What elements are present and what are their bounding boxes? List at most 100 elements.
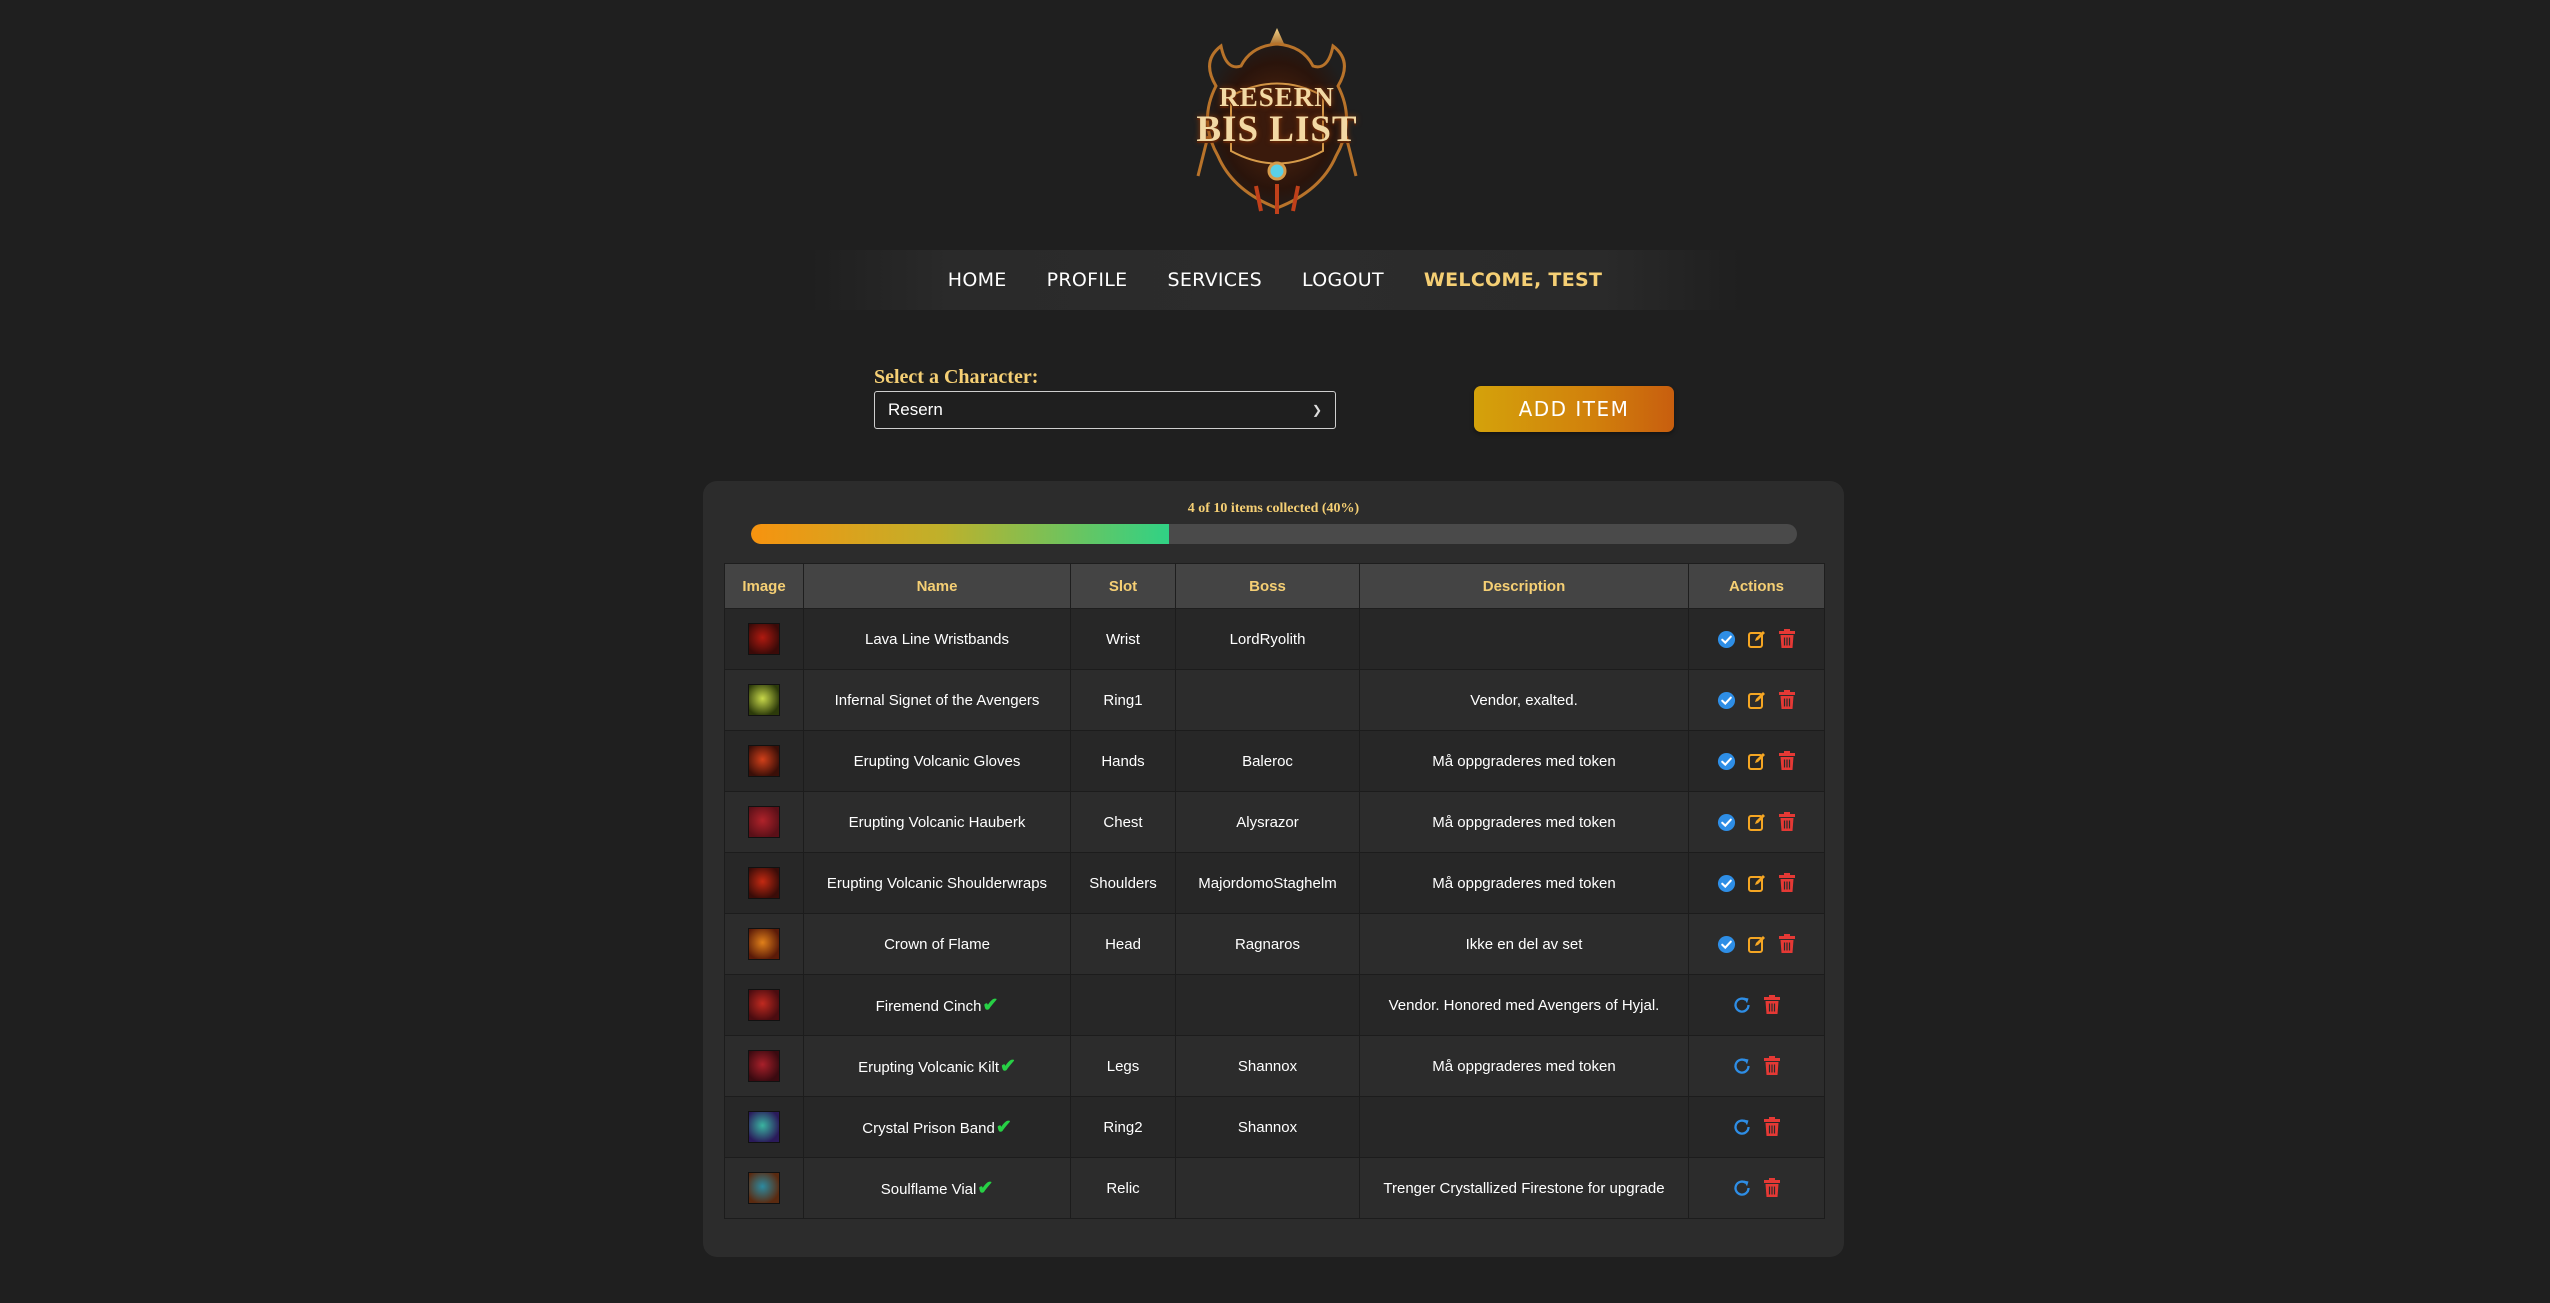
item-name: Firemend Cinch — [875, 997, 982, 1015]
table-row: Erupting Volcanic Kilt✔ Legs Shannox Må opp… — [724, 1035, 1825, 1097]
boss-cell: Shannox — [1175, 1035, 1360, 1097]
edit-icon[interactable] — [1746, 689, 1768, 711]
table-row: Erupting Volcanic Gloves Hands Baleroc Må o… — [724, 730, 1825, 792]
gloves-icon — [748, 745, 780, 777]
nav-logout[interactable]: LOGOUT — [1302, 269, 1384, 291]
name-cell: Erupting Volcanic Hauberk — [803, 791, 1071, 853]
item-name: Infernal Signet of the Avengers — [834, 691, 1040, 709]
collected-check-icon: ✔ — [1000, 1055, 1016, 1077]
edit-icon[interactable] — [1746, 933, 1768, 955]
image-cell — [724, 791, 804, 853]
column-header: Name — [803, 563, 1071, 609]
actions-cell — [1688, 730, 1825, 792]
delete-icon[interactable] — [1761, 994, 1783, 1016]
column-header: Slot — [1070, 563, 1176, 609]
delete-icon[interactable] — [1776, 628, 1798, 650]
slot-cell: Ring2 — [1070, 1096, 1176, 1158]
progress-bar-fill — [751, 524, 1170, 544]
table-row: Firemend Cinch✔ Vendor. Honored med Aveng… — [724, 974, 1825, 1036]
row-actions — [1695, 994, 1818, 1016]
edit-icon[interactable] — [1746, 872, 1768, 894]
item-name: Erupting Volcanic Shoulderwraps — [826, 874, 1048, 892]
nav-home[interactable]: HOME — [948, 269, 1007, 291]
table-body: Lava Line Wristbands Wrist LordRyolith Infe… — [724, 608, 1825, 1219]
delete-icon[interactable] — [1761, 1177, 1783, 1199]
description-cell: Må oppgraderes med token — [1359, 1035, 1689, 1097]
progress-text: 4 of 10 items collected (40%) — [1187, 501, 1360, 516]
item-name: Erupting Volcanic Hauberk — [848, 813, 1026, 831]
character-select-value: Resern — [888, 400, 943, 419]
boss-cell: Baleroc — [1175, 730, 1360, 792]
column-header: Description — [1359, 563, 1689, 609]
nav-services[interactable]: SERVICES — [1167, 269, 1262, 291]
items-panel: 4 of 10 items collected (40%) Image Name S… — [703, 481, 1844, 1257]
name-cell: Soulflame Vial✔ — [803, 1157, 1071, 1219]
undo-collect-icon[interactable] — [1731, 994, 1753, 1016]
column-header: Image — [724, 563, 804, 609]
name-cell: Lava Line Wristbands — [803, 608, 1071, 670]
row-actions — [1695, 628, 1818, 650]
ring-icon — [748, 684, 780, 716]
name-cell: Erupting Volcanic Gloves — [803, 730, 1071, 792]
row-actions — [1695, 750, 1818, 772]
undo-collect-icon[interactable] — [1731, 1177, 1753, 1199]
row-actions — [1695, 933, 1818, 955]
nav-profile[interactable]: PROFILE — [1047, 269, 1128, 291]
description-cell — [1359, 1096, 1689, 1158]
image-cell — [724, 974, 804, 1036]
edit-icon[interactable] — [1746, 750, 1768, 772]
edit-icon[interactable] — [1746, 628, 1768, 650]
delete-icon[interactable] — [1776, 872, 1798, 894]
delete-icon[interactable] — [1761, 1116, 1783, 1138]
nav-welcome: WELCOME, TEST — [1423, 269, 1603, 291]
delete-icon[interactable] — [1776, 689, 1798, 711]
actions-cell — [1688, 913, 1825, 975]
image-cell — [724, 730, 804, 792]
vial-icon — [748, 1172, 780, 1204]
table-row: Infernal Signet of the Avengers Ring1 Vend… — [724, 669, 1825, 731]
undo-collect-icon[interactable] — [1731, 1116, 1753, 1138]
delete-icon[interactable] — [1776, 750, 1798, 772]
row-actions — [1695, 872, 1818, 894]
logo-line-2: BIS LIST — [1196, 109, 1358, 150]
slot-cell: Ring1 — [1070, 669, 1176, 731]
delete-icon[interactable] — [1761, 1055, 1783, 1077]
add-item-button[interactable]: ADD ITEM — [1474, 386, 1674, 432]
table-row: Lava Line Wristbands Wrist LordRyolith — [724, 608, 1825, 670]
slot-cell — [1070, 974, 1176, 1036]
mark-collected-icon[interactable] — [1716, 628, 1738, 650]
legs-armor-icon — [748, 1050, 780, 1082]
collected-check-icon: ✔ — [982, 994, 999, 1016]
mark-collected-icon[interactable] — [1716, 933, 1738, 955]
actions-cell — [1688, 669, 1825, 731]
delete-icon[interactable] — [1776, 933, 1798, 955]
item-name: Crystal Prison Band — [862, 1119, 995, 1137]
name-cell: Firemend Cinch✔ — [803, 974, 1071, 1036]
chevron-down-icon: ❯ — [1311, 403, 1322, 417]
mark-collected-icon[interactable] — [1716, 811, 1738, 833]
logo: RESERN BIS LIST — [1196, 26, 1358, 216]
slot-cell: Hands — [1070, 730, 1176, 792]
mark-collected-icon[interactable] — [1716, 872, 1738, 894]
table-row: Crown of Flame Head Ragnaros Ikke en del av… — [724, 913, 1825, 975]
edit-icon[interactable] — [1746, 811, 1768, 833]
undo-collect-icon[interactable] — [1731, 1055, 1753, 1077]
collected-check-icon: ✔ — [977, 1177, 994, 1199]
mark-collected-icon[interactable] — [1716, 689, 1738, 711]
description-cell: Må oppgraderes med token — [1359, 791, 1689, 853]
boss-cell — [1175, 974, 1360, 1036]
table-header-row: Image Name Slot Boss Description Actions — [724, 563, 1825, 609]
image-cell — [724, 913, 804, 975]
delete-icon[interactable] — [1776, 811, 1798, 833]
image-cell — [724, 1096, 804, 1158]
description-cell: Vendor, exalted. — [1359, 669, 1689, 731]
belt-icon — [748, 989, 780, 1021]
mark-collected-icon[interactable] — [1716, 750, 1738, 772]
description-cell: Må oppgraderes med token — [1359, 730, 1689, 792]
description-cell: Må oppgraderes med token — [1359, 852, 1689, 914]
boss-cell: MajordomoStaghelm — [1175, 852, 1360, 914]
character-select[interactable]: Resern ❯ — [874, 391, 1336, 429]
image-cell — [724, 1157, 804, 1219]
item-name: Soulflame Vial — [880, 1180, 977, 1198]
row-actions — [1695, 1177, 1818, 1199]
